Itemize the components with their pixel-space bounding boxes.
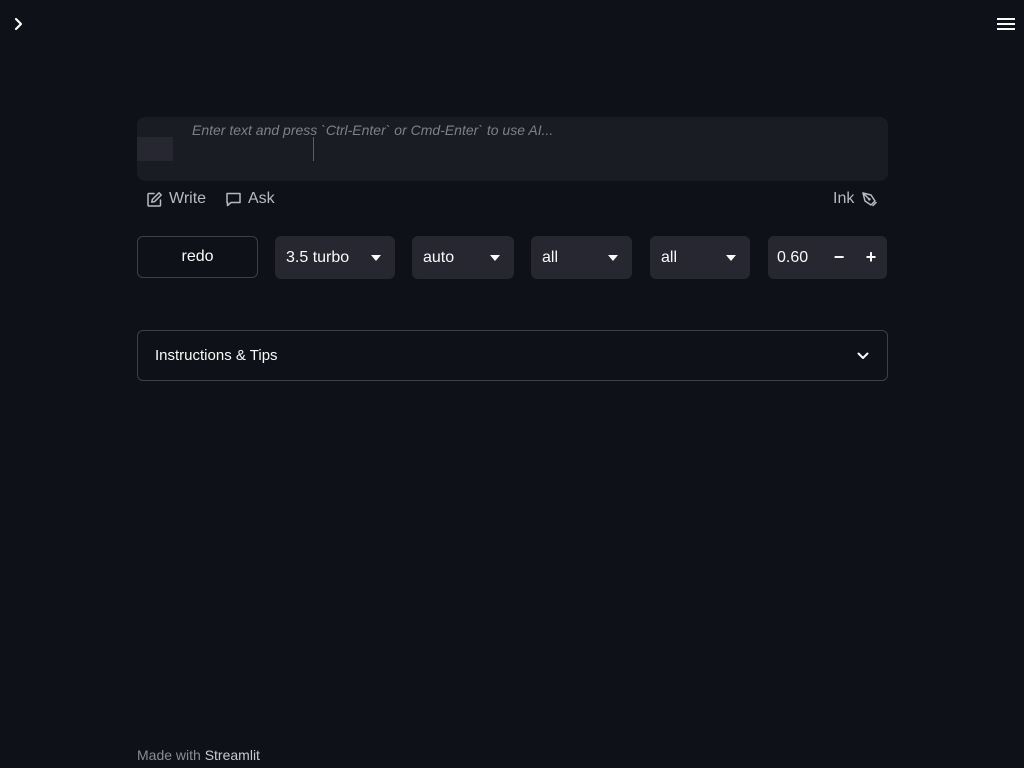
chevron-right-icon	[14, 17, 23, 31]
caret-down-icon	[726, 254, 736, 261]
edit-icon	[147, 191, 162, 207]
mode-select[interactable]: auto	[412, 236, 514, 279]
scope-select-2[interactable]: all	[650, 236, 750, 279]
controls-row: redo 3.5 turbo auto all all 0.60 − +	[0, 236, 1024, 279]
scope-select-1-value: all	[542, 248, 559, 266]
scope-select-2-value: all	[661, 248, 678, 266]
chevron-down-icon	[857, 352, 869, 359]
model-select-value: 3.5 turbo	[286, 248, 350, 266]
write-label: Write	[169, 190, 207, 207]
scope-select-1[interactable]: all	[531, 236, 632, 279]
hamburger-icon	[997, 18, 1015, 30]
ink-label: Ink	[833, 190, 855, 207]
redo-button[interactable]: redo	[137, 236, 258, 278]
streamlit-link[interactable]: Streamlit	[205, 747, 260, 763]
pen-icon	[862, 192, 878, 207]
editor-caret	[313, 137, 314, 161]
caret-down-icon	[608, 254, 618, 261]
footer-prefix: Made with	[137, 747, 205, 763]
model-select[interactable]: 3.5 turbo	[275, 236, 395, 279]
app-page: Enter text and press `Ctrl-Enter` or Cmd…	[0, 0, 1024, 768]
ask-label: Ask	[248, 190, 275, 207]
editor-placeholder: Enter text and press `Ctrl-Enter` or Cmd…	[192, 122, 554, 138]
temperature-value[interactable]: 0.60	[768, 249, 823, 267]
decrement-button[interactable]: −	[823, 236, 855, 279]
write-button[interactable]: Write	[146, 190, 206, 208]
ask-button[interactable]: Ask	[225, 190, 275, 208]
chat-bubble-icon	[226, 192, 241, 206]
caret-down-icon	[490, 254, 500, 261]
increment-button[interactable]: +	[855, 236, 887, 279]
editor-gutter	[137, 137, 173, 161]
text-editor[interactable]: Enter text and press `Ctrl-Enter` or Cmd…	[137, 117, 888, 181]
ink-button[interactable]: Ink	[833, 190, 878, 208]
temperature-stepper[interactable]: 0.60 − +	[768, 236, 887, 279]
sidebar-toggle-button[interactable]	[8, 12, 30, 36]
main-menu-button[interactable]	[994, 12, 1018, 36]
mode-select-value: auto	[423, 248, 455, 266]
expander-label: Instructions & Tips	[155, 347, 278, 364]
editor-action-row: Write Ask Ink	[137, 190, 888, 212]
instructions-expander[interactable]: Instructions & Tips	[137, 330, 888, 381]
caret-down-icon	[371, 254, 381, 261]
footer: Made with Streamlit	[137, 747, 260, 763]
